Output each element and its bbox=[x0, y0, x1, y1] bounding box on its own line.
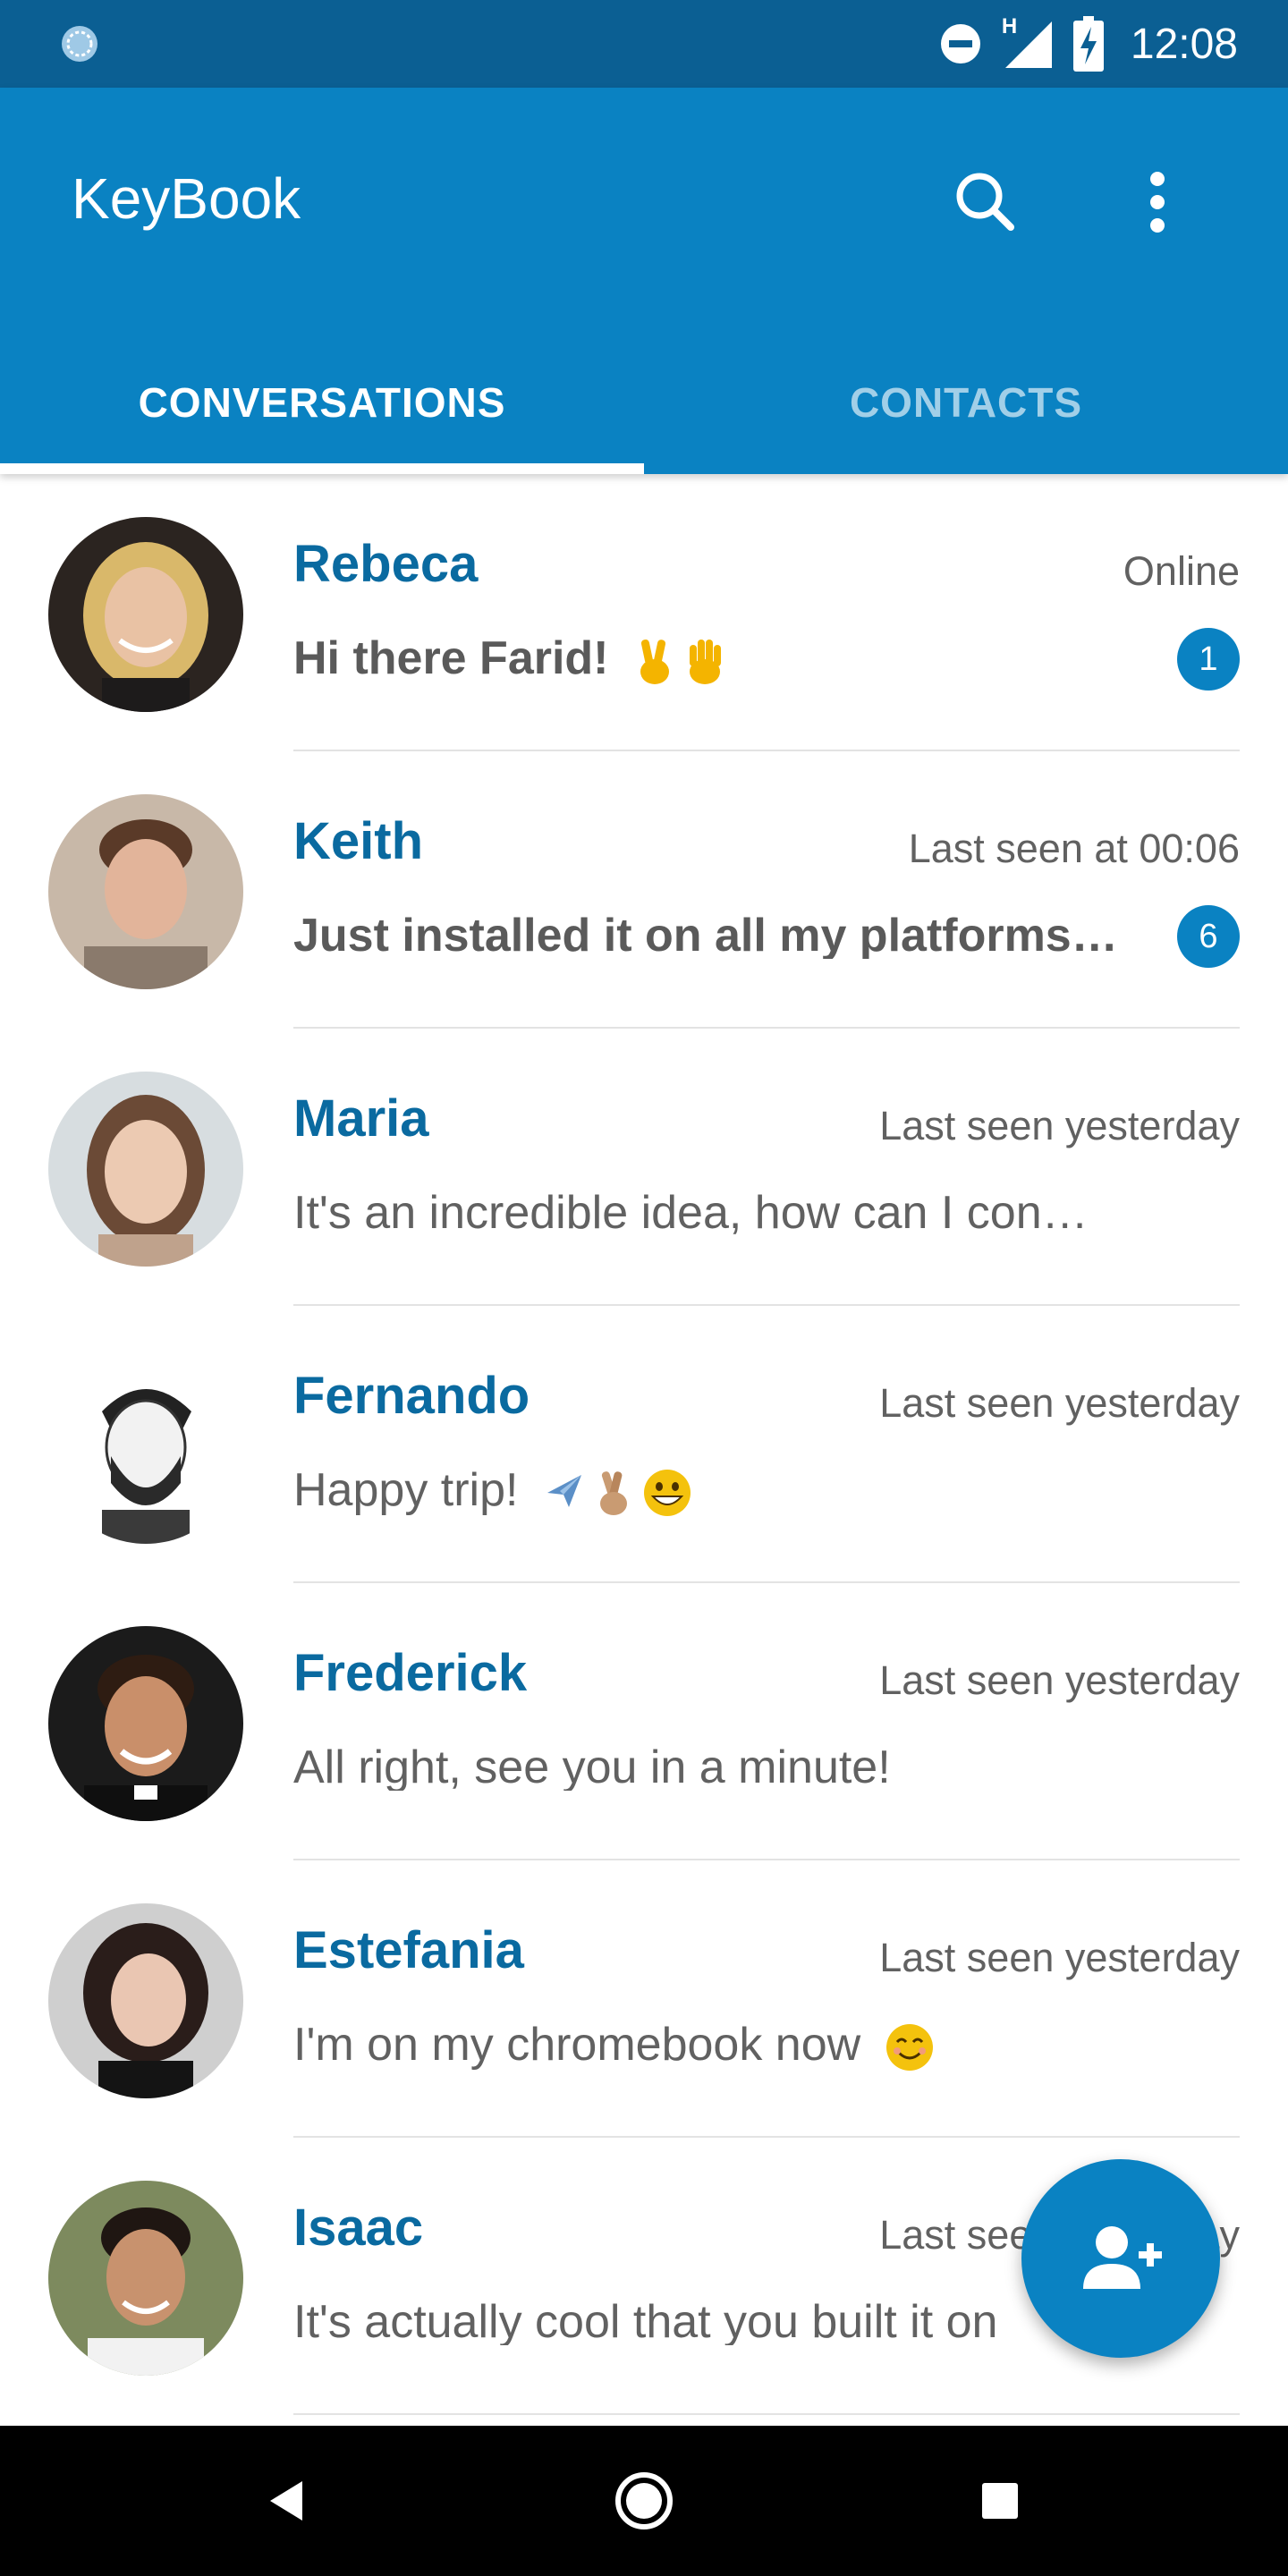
battery-charging-icon bbox=[1072, 16, 1104, 72]
contact-name: Keith bbox=[293, 812, 423, 870]
avatar bbox=[48, 1626, 243, 1821]
airplane-icon bbox=[547, 1475, 581, 1508]
last-message: Just installed it on all my platforms… bbox=[293, 912, 1118, 959]
tab-indicator bbox=[0, 463, 644, 474]
conversation-item-estefania[interactable]: Estefania Last seen yesterday I'm on my … bbox=[0, 1860, 1288, 2138]
contact-status: Last seen at 00:06 bbox=[908, 826, 1240, 871]
contact-status: Last seen yesterday bbox=[879, 1657, 1240, 1703]
recents-button[interactable] bbox=[955, 2456, 1045, 2546]
avatar bbox=[48, 1349, 243, 1544]
app-bar: KeyBook CONVERSATIONS CONTACTS bbox=[0, 88, 1288, 474]
tab-conversations[interactable]: CONVERSATIONS bbox=[0, 331, 644, 474]
last-message: All right, see you in a minute! bbox=[293, 1744, 891, 1791]
more-vert-icon bbox=[1150, 172, 1165, 233]
recents-icon bbox=[982, 2483, 1018, 2519]
crossed-fingers-icon bbox=[599, 1471, 627, 1516]
back-icon bbox=[270, 2481, 302, 2521]
tab-bar: CONVERSATIONS CONTACTS bbox=[0, 331, 1288, 474]
contact-name: Frederick bbox=[293, 1644, 528, 1702]
last-message: I'm on my chromebook now bbox=[293, 2021, 935, 2072]
last-message-text: Happy trip! bbox=[293, 1467, 519, 1516]
back-button[interactable] bbox=[242, 2456, 331, 2546]
last-message-text: It's an incredible idea, how can I con… bbox=[293, 1190, 1089, 1236]
victory-hand-icon bbox=[640, 640, 669, 685]
contact-name: Estefania bbox=[293, 1921, 524, 1979]
contact-status: Last seen yesterday bbox=[879, 1380, 1240, 1426]
signal-icon: H bbox=[1002, 14, 1054, 70]
contact-name: Fernando bbox=[293, 1367, 530, 1425]
contact-status: Last seen yesterday bbox=[879, 1935, 1240, 1980]
conversation-item-keith[interactable]: Keith Last seen at 00:06 Just installed … bbox=[0, 751, 1288, 1029]
last-message-text: It's actually cool that you built it on bbox=[293, 2299, 998, 2345]
avatar bbox=[48, 794, 243, 989]
home-button[interactable] bbox=[599, 2456, 689, 2546]
unread-badge: 6 bbox=[1177, 905, 1240, 968]
grinning-face-icon bbox=[643, 1470, 691, 1517]
status-time: 12:08 bbox=[1130, 20, 1238, 68]
emoji-group bbox=[542, 1468, 692, 1518]
avatar bbox=[48, 517, 243, 712]
last-message: Happy trip! bbox=[293, 1467, 692, 1518]
add-contact-icon bbox=[1083, 2226, 1162, 2289]
search-button[interactable] bbox=[943, 159, 1029, 245]
home-icon bbox=[615, 2472, 673, 2529]
conversation-list: Rebeca Online Hi there Farid! 1 Keith La… bbox=[0, 474, 1288, 2415]
raised-hand-icon bbox=[689, 640, 721, 685]
status-bar: H 12:08 bbox=[0, 0, 1288, 88]
last-message-text: Hi there Farid! bbox=[293, 635, 609, 684]
last-message: Hi there Farid! bbox=[293, 635, 727, 686]
more-options-button[interactable] bbox=[1114, 159, 1200, 245]
screen: H 12:08 KeyBook CONVERSATIONS CONTACTS R… bbox=[0, 0, 1288, 2576]
tab-conversations-label: CONVERSATIONS bbox=[138, 379, 506, 426]
divider bbox=[293, 2413, 1240, 2415]
search-icon bbox=[956, 173, 1014, 231]
conversation-item-fernando[interactable]: Fernando Last seen yesterday Happy trip! bbox=[0, 1306, 1288, 1583]
status-icons: H 12:08 bbox=[939, 0, 1238, 88]
app-title: KeyBook bbox=[72, 166, 301, 231]
last-message: It's an incredible idea, how can I con… bbox=[293, 1190, 1089, 1236]
last-message-text: I'm on my chromebook now bbox=[293, 2021, 861, 2071]
contact-status: Online bbox=[1123, 548, 1240, 594]
last-message-text: All right, see you in a minute! bbox=[293, 1744, 891, 1791]
do-not-disturb-icon bbox=[940, 24, 980, 64]
avatar bbox=[48, 1072, 243, 1267]
tab-contacts[interactable]: CONTACTS bbox=[644, 331, 1288, 474]
smiling-face-icon bbox=[886, 2024, 933, 2072]
last-message: It's actually cool that you built it on bbox=[293, 2299, 997, 2345]
conversation-item-maria[interactable]: Maria Last seen yesterday It's an incred… bbox=[0, 1029, 1288, 1306]
last-message-text: Just installed it on all my platforms… bbox=[293, 912, 1118, 959]
add-contact-button[interactable] bbox=[1021, 2159, 1220, 2358]
sync-icon bbox=[62, 26, 97, 62]
tab-contacts-label: CONTACTS bbox=[849, 379, 1083, 426]
conversation-item-frederick[interactable]: Frederick Last seen yesterday All right,… bbox=[0, 1583, 1288, 1860]
contact-name: Rebeca bbox=[293, 535, 479, 593]
navigation-bar bbox=[0, 2426, 1288, 2576]
avatar bbox=[48, 2181, 243, 2376]
conversation-item-rebeca[interactable]: Rebeca Online Hi there Farid! 1 bbox=[0, 474, 1288, 751]
avatar bbox=[48, 1903, 243, 2098]
contact-name: Maria bbox=[293, 1089, 429, 1148]
contact-name: Isaac bbox=[293, 2199, 424, 2257]
contact-status: Last seen yesterday bbox=[879, 1103, 1240, 1148]
network-type-label: H bbox=[1001, 14, 1018, 38]
emoji-group bbox=[885, 2022, 935, 2072]
unread-badge: 1 bbox=[1177, 628, 1240, 691]
emoji-group bbox=[632, 636, 727, 686]
